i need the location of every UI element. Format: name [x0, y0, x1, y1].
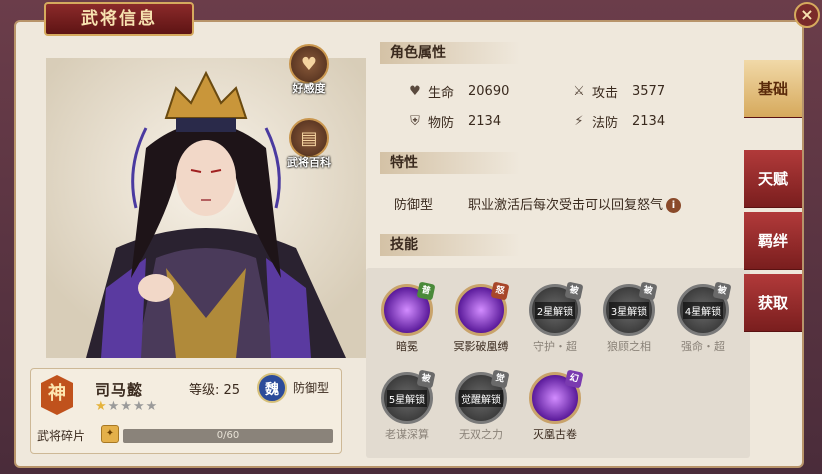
- stat-hp: ♥ 生命 20690: [408, 82, 509, 101]
- skill-type-badge: 被: [564, 281, 584, 301]
- star-empty: ★★★★: [107, 399, 159, 414]
- page-title: 武将信息: [44, 2, 194, 36]
- skills-panel: 普 暗冕 怒 冥影破凰缚 2星解锁被 守护・超 3星解锁被 狼顾之相 4星解锁被…: [366, 268, 750, 458]
- stat-attack: ⚔ 攻击 3577: [572, 82, 665, 101]
- skill-name: 无双之力: [459, 428, 503, 441]
- skill-name: 守护・超: [533, 340, 577, 353]
- skill-type-badge: 被: [638, 281, 658, 301]
- stat-mdef-label: 法防: [592, 116, 619, 131]
- skill-type-badge: 普: [416, 281, 436, 301]
- info-icon[interactable]: i: [666, 198, 682, 213]
- skill-type-badge: 怒: [490, 281, 510, 301]
- stat-attack-label: 攻击: [592, 86, 619, 101]
- unlock-requirement: 3星解锁: [608, 301, 650, 319]
- heart-icon: ♥: [409, 83, 421, 99]
- close-button[interactable]: ×: [794, 2, 820, 28]
- tab-bond[interactable]: 羁绊: [744, 212, 802, 270]
- side-tabs: 基础 天赋 羁绊 获取: [744, 60, 802, 466]
- encyclopedia-label: 武将百科: [287, 156, 331, 169]
- skill-icon: 2星解锁被: [529, 281, 584, 336]
- stat-hp-label: 生命: [428, 86, 455, 101]
- trait-description: 职业激活后每次受击可以回复怒气 i: [468, 194, 682, 213]
- skill-icon: 觉醒解锁觉: [455, 369, 510, 424]
- book-icon: ▤: [289, 118, 329, 158]
- unlock-requirement: 2星解锁: [534, 301, 576, 319]
- stat-hp-value: 20690: [468, 84, 510, 99]
- heart-icon: ♥: [289, 44, 329, 84]
- faction-badge: 神: [41, 375, 73, 415]
- skill-slot-8[interactable]: 幻 灭凰古卷: [522, 369, 588, 442]
- skill-name: 老谋深算: [385, 428, 429, 441]
- stat-pdef-label: 物防: [428, 116, 455, 131]
- encyclopedia-button[interactable]: ▤ 武将百科: [286, 118, 332, 170]
- trait-description-text: 职业激活后每次受击可以回复怒气: [468, 198, 664, 213]
- skill-name: 暗冕: [396, 340, 418, 353]
- affection-label: 好感度: [292, 82, 326, 95]
- skill-slot-1[interactable]: 普 暗冕: [374, 281, 440, 354]
- skill-name: 狼顾之相: [607, 340, 651, 353]
- stat-pdef-value: 2134: [468, 114, 502, 129]
- skill-slot-3[interactable]: 2星解锁被 守护・超: [522, 281, 588, 354]
- magic-shield-icon: ⚡: [574, 113, 584, 129]
- tab-talent[interactable]: 天赋: [744, 150, 802, 208]
- skill-slot-4[interactable]: 3星解锁被 狼顾之相: [596, 281, 662, 354]
- skill-slot-5[interactable]: 4星解锁被 强命・超: [670, 281, 736, 354]
- sword-icon: ⚔: [573, 83, 585, 99]
- skill-icon: 幻: [529, 369, 584, 424]
- hero-level: 等级: 25: [189, 383, 241, 398]
- skills-heading: 技能: [380, 234, 520, 256]
- fragments-progress-bar: 0/60: [123, 429, 333, 443]
- stat-mdef-value: 2134: [632, 114, 666, 129]
- skill-icon: 4星解锁被: [677, 281, 732, 336]
- hero-portrait: [46, 58, 366, 358]
- skill-slot-6[interactable]: 5星解锁被 老谋深算: [374, 369, 440, 442]
- fragments-label: 武将碎片: [37, 429, 86, 443]
- stat-physical-defense: ⛨ 物防 2134: [408, 112, 501, 131]
- stat-attack-value: 3577: [632, 84, 666, 99]
- skill-slot-7[interactable]: 觉醒解锁觉 无双之力: [448, 369, 514, 442]
- trait-heading: 特性: [380, 152, 520, 174]
- hero-info-panel: ♥ 好感度 ▤ 武将百科 神 司马懿 等级: 25 魏 防御型 ★★★★★ 武将…: [14, 20, 804, 468]
- tab-acquire[interactable]: 获取: [744, 274, 802, 332]
- affection-button[interactable]: ♥ 好感度: [286, 44, 332, 96]
- skill-name: 冥影破凰缚: [453, 340, 509, 353]
- skill-icon: 怒: [455, 281, 510, 336]
- unlock-requirement: 4星解锁: [682, 301, 724, 319]
- skill-name: 灭凰古卷: [533, 428, 577, 441]
- skill-type-badge: 被: [712, 281, 732, 301]
- skill-type-badge: 觉: [490, 369, 510, 389]
- hero-role: 防御型: [293, 381, 330, 395]
- tab-basic[interactable]: 基础: [744, 60, 802, 118]
- stat-magic-defense: ⚡ 法防 2134: [572, 112, 665, 131]
- skill-icon: 5星解锁被: [381, 369, 436, 424]
- star-filled: ★: [95, 399, 108, 414]
- unlock-requirement: 5星解锁: [386, 389, 428, 407]
- attributes-heading: 角色属性: [380, 42, 520, 64]
- skill-type-badge: 幻: [564, 369, 584, 389]
- hero-name: 司马懿: [95, 381, 144, 399]
- unlock-requirement: 觉醒解锁: [459, 389, 503, 407]
- kingdom-badge: 魏: [257, 373, 287, 403]
- fragment-icon[interactable]: ✦: [101, 425, 119, 443]
- trait-type: 防御型: [394, 198, 434, 213]
- skill-icon: 普: [381, 281, 436, 336]
- skill-slot-2[interactable]: 怒 冥影破凰缚: [448, 281, 514, 354]
- skill-name: 强命・超: [681, 340, 725, 353]
- fragments-progress-text: 0/60: [216, 430, 240, 441]
- hero-info-card: 神 司马懿 等级: 25 魏 防御型 ★★★★★ 武将碎片 ✦ 0/60: [30, 368, 342, 454]
- star-rating: ★★★★★: [95, 399, 158, 414]
- shield-icon: ⛨: [410, 113, 420, 129]
- skill-type-badge: 被: [416, 369, 436, 389]
- skill-icon: 3星解锁被: [603, 281, 658, 336]
